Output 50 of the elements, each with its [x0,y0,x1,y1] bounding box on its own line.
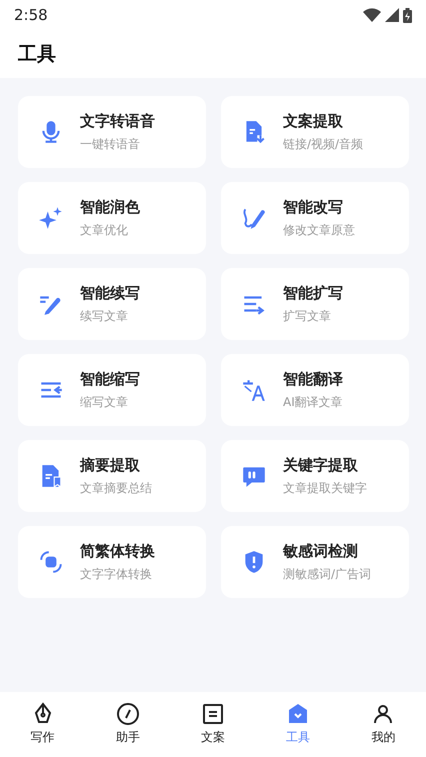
tool-title: 文案提取 [283,112,344,130]
tool-title: 关键字提取 [283,456,359,474]
tool-card[interactable]: 文案提取 链接/视频/音频 [221,96,409,168]
tool-card[interactable]: 智能改写 修改文章原意 [221,182,409,254]
nav-tab[interactable]: 我的 [340,702,426,746]
tool-card[interactable]: 摘要提取 文章摘要总结 [18,440,206,512]
tool-card[interactable]: 智能翻译 AI翻译文章 [221,354,409,426]
document-icon [201,702,225,726]
nav-tab[interactable]: 文案 [170,702,256,746]
tool-title: 智能润色 [80,198,140,216]
tool-title: 智能缩写 [80,370,140,388]
tool-title: 简繁体转换 [80,542,155,560]
sparkle-icon [38,205,64,231]
tool-card[interactable]: 智能润色 文章优化 [18,182,206,254]
tool-subtitle: 一键转语音 [80,136,141,152]
tool-card[interactable]: 敏感词检测 测敏感词/广告词 [221,526,409,598]
wifi-icon [363,8,381,22]
tool-title: 智能翻译 [283,370,343,388]
tool-subtitle: AI翻译文章 [283,394,343,410]
tool-card[interactable]: 文字转语音 一键转语音 [18,96,206,168]
tool-title: 智能扩写 [283,284,343,302]
status-time: 2:58 [14,6,48,24]
nav-tab[interactable]: 助手 [85,702,170,746]
compass-icon [116,702,140,726]
tool-title: 摘要提取 [80,456,141,474]
tool-subtitle: 文章提取关键字 [283,480,367,496]
signal-icon [385,8,399,22]
tool-title: 敏感词检测 [283,542,359,560]
tool-card[interactable]: 智能缩写 缩写文章 [18,354,206,426]
tool-title: 智能续写 [80,284,140,302]
tool-card[interactable]: 智能扩写 扩写文章 [221,268,409,340]
tool-card[interactable]: 关键字提取 文章提取关键字 [221,440,409,512]
tool-subtitle: 缩写文章 [80,394,129,410]
battery-icon [403,8,412,22]
tool-card[interactable]: 智能续写 续写文章 [18,268,206,340]
tool-title: 智能改写 [283,198,344,216]
convert-icon [38,549,64,575]
tool-subtitle: 续写文章 [80,308,129,324]
tool-subtitle: 扩写文章 [283,308,332,324]
nav-tab[interactable]: 工具 [256,702,341,746]
tool-subtitle: 文章优化 [80,222,129,238]
tool-title: 文字转语音 [80,112,155,130]
tool-subtitle: 文章摘要总结 [80,480,152,496]
tool-subtitle: 文字字体转换 [80,566,153,582]
tool-subtitle: 测敏感词/广告词 [283,566,372,582]
tool-subtitle: 修改文章原意 [283,222,355,238]
tool-card[interactable]: 简繁体转换 文字字体转换 [18,526,206,598]
tool-subtitle: 链接/视频/音频 [283,136,364,152]
nav-tab[interactable]: 写作 [0,702,86,746]
page-title: 工具 [18,42,56,67]
